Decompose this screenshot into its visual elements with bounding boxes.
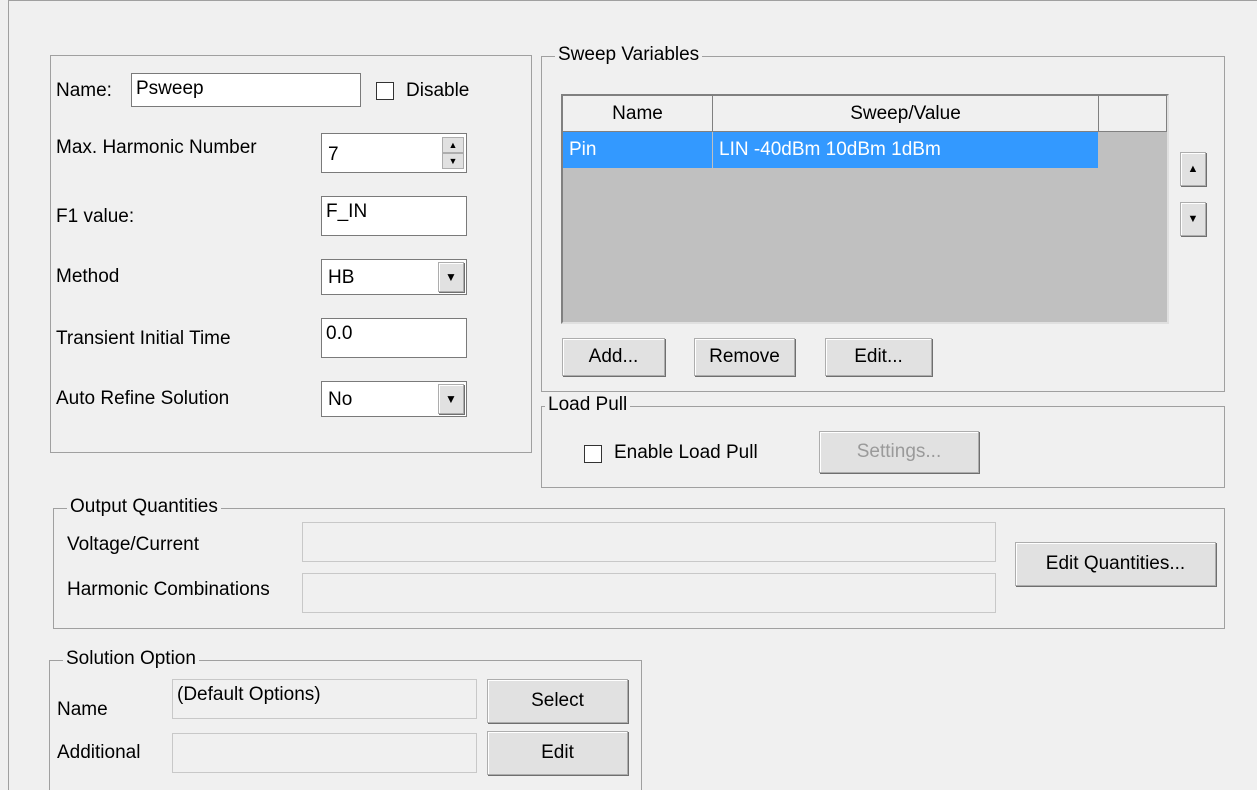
- auto-refine-value: No: [328, 389, 353, 410]
- output-quantities-title: Output Quantities: [67, 497, 221, 517]
- edit-button[interactable]: Edit...: [825, 338, 932, 376]
- f1-input[interactable]: F_IN: [321, 196, 467, 236]
- voltage-current-label: Voltage/Current: [67, 534, 200, 555]
- max-harmonic-value: 7: [328, 144, 339, 165]
- sweep-variables-group: Sweep Variables Name Sweep/Value Pin LIN…: [541, 45, 1225, 392]
- load-pull-title: Load Pull: [545, 395, 631, 415]
- method-value: HB: [328, 267, 355, 288]
- move-up-icon[interactable]: ▲: [1180, 152, 1206, 186]
- load-pull-group: Load Pull Enable Load Pull Settings...: [541, 395, 1225, 488]
- f1-label: F1 value:: [56, 206, 135, 227]
- harmonic-combinations-field[interactable]: [302, 573, 996, 613]
- move-down-icon[interactable]: ▼: [1180, 202, 1206, 236]
- column-header-name[interactable]: Name: [563, 96, 713, 132]
- solution-name-label: Name: [57, 699, 108, 720]
- enable-load-pull-checkbox[interactable]: [584, 445, 602, 463]
- name-label: Name:: [56, 80, 112, 101]
- disable-checkbox[interactable]: [376, 82, 394, 100]
- solution-option-title: Solution Option: [63, 649, 199, 669]
- table-row-value-cell[interactable]: LIN -40dBm 10dBm 1dBm: [713, 132, 1099, 168]
- additional-field[interactable]: [172, 733, 477, 773]
- settings-button[interactable]: Settings...: [819, 431, 979, 473]
- enable-load-pull-label: Enable Load Pull: [614, 442, 758, 463]
- method-label: Method: [56, 266, 120, 287]
- disable-label: Disable: [406, 80, 470, 101]
- solution-edit-button[interactable]: Edit: [487, 731, 628, 775]
- output-quantities-group: Output Quantities Voltage/Current Harmon…: [53, 497, 1225, 629]
- max-harmonic-label: Max. Harmonic Number: [56, 137, 257, 158]
- add-button[interactable]: Add...: [562, 338, 665, 376]
- column-header-empty: [1099, 96, 1167, 132]
- column-header-sweep-value[interactable]: Sweep/Value: [713, 96, 1099, 132]
- chevron-down-icon[interactable]: ▼: [438, 384, 464, 414]
- sweep-variables-title: Sweep Variables: [555, 45, 703, 65]
- select-button[interactable]: Select: [487, 679, 628, 723]
- sweep-variables-table[interactable]: Name Sweep/Value Pin LIN -40dBm 10dBm 1d…: [561, 94, 1169, 324]
- transient-input[interactable]: 0.0: [321, 318, 467, 358]
- max-harmonic-spinner[interactable]: 7 ▲ ▼: [321, 133, 467, 173]
- auto-refine-label: Auto Refine Solution: [56, 388, 230, 409]
- remove-button[interactable]: Remove: [694, 338, 795, 376]
- method-select[interactable]: HB ▼: [321, 259, 467, 295]
- transient-label: Transient Initial Time: [56, 328, 231, 349]
- spin-up-icon[interactable]: ▲: [442, 137, 464, 153]
- name-input[interactable]: Psweep: [131, 73, 361, 107]
- chevron-down-icon[interactable]: ▼: [438, 262, 464, 292]
- solution-option-group: Solution Option Name (Default Options) S…: [49, 649, 642, 790]
- solution-name-field[interactable]: (Default Options): [172, 679, 477, 719]
- harmonic-combinations-label: Harmonic Combinations: [67, 579, 270, 600]
- table-row-name-cell[interactable]: Pin: [563, 132, 713, 168]
- auto-refine-select[interactable]: No ▼: [321, 381, 467, 417]
- additional-label: Additional: [57, 742, 141, 763]
- edit-quantities-button[interactable]: Edit Quantities...: [1015, 542, 1216, 586]
- spin-down-icon[interactable]: ▼: [442, 153, 464, 169]
- parameters-group: Name: Psweep Disable Max. Harmonic Numbe…: [50, 55, 532, 453]
- voltage-current-field[interactable]: [302, 522, 996, 562]
